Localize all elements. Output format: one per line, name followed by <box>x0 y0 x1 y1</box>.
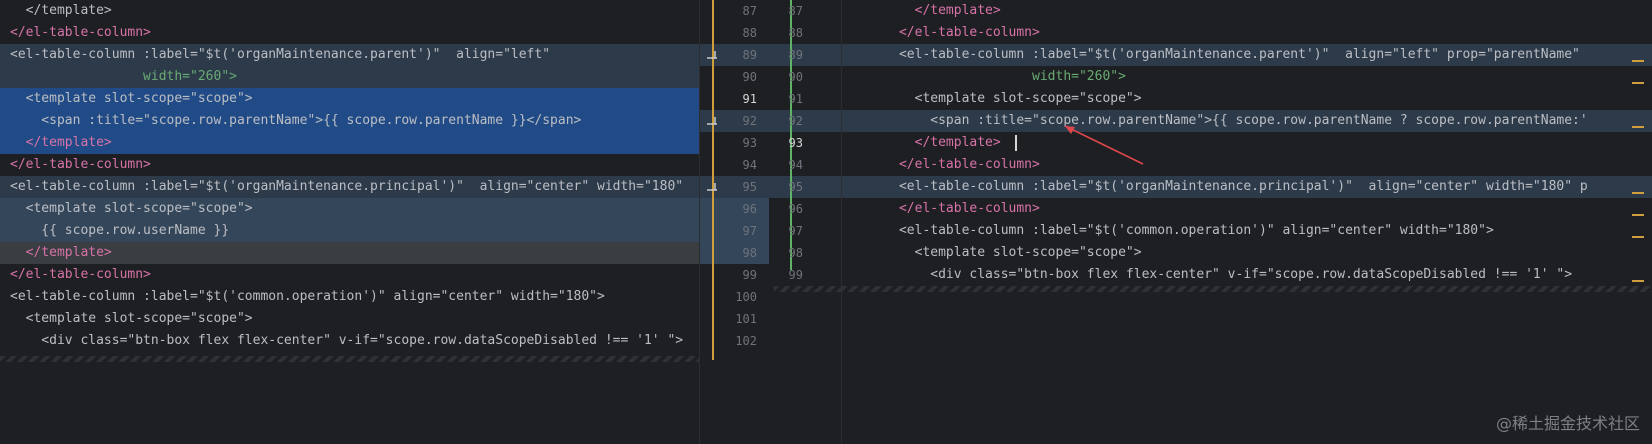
line-number: 98 <box>788 246 803 260</box>
accept-change-icon[interactable] <box>705 180 719 194</box>
line-number: 92 <box>788 114 803 128</box>
scrollbar-change-marker <box>1632 126 1644 128</box>
accept-change-icon[interactable] <box>705 114 719 128</box>
line-number: 88 <box>742 26 757 40</box>
scrollbar-change-marker <box>1632 236 1644 238</box>
line-number: 93 <box>788 136 803 150</box>
line-number: 94 <box>788 158 803 172</box>
line-number: 90 <box>742 70 757 84</box>
line-number: 96 <box>742 202 757 216</box>
line-number: 99 <box>788 268 803 282</box>
line-number: 90 <box>788 70 803 84</box>
code-line[interactable]: <el-table-column :label="$t('organMainte… <box>0 44 699 66</box>
annotation-arrow <box>1064 125 1144 165</box>
scrollbar-change-marker <box>1632 82 1644 84</box>
code-line[interactable]: <el-table-column :label="$t('organMainte… <box>0 176 699 198</box>
left-diff-pane[interactable]: </template> </el-table-column> <el-table… <box>0 0 699 444</box>
code-line[interactable]: </template> <box>0 132 699 154</box>
line-number: 99 <box>742 268 757 282</box>
code-line[interactable]: <template slot-scope="scope"> <box>0 308 699 330</box>
watermark: @稀土掘金技术社区 <box>1495 414 1640 433</box>
collapsed-region-indicator <box>0 356 699 362</box>
code-line[interactable]: </el-table-column> <box>0 264 699 286</box>
code-line[interactable]: <span :title="scope.row.parentName">{{ s… <box>0 110 699 132</box>
accept-change-icon[interactable] <box>705 48 719 62</box>
line-number: 89 <box>742 48 757 62</box>
right-diff-pane[interactable]: </template> </el-table-column> <el-table… <box>842 0 1652 444</box>
line-number: 97 <box>788 224 803 238</box>
line-number: 95 <box>742 180 757 194</box>
line-number: 102 <box>735 334 757 348</box>
line-number: 95 <box>788 180 803 194</box>
scrollbar-change-marker <box>1632 192 1644 194</box>
line-number: 97 <box>742 224 757 238</box>
code-line[interactable]: <template slot-scope="scope"> <box>0 198 699 220</box>
line-number: 89 <box>788 48 803 62</box>
line-number: 93 <box>742 136 757 150</box>
scrollbar-change-marker <box>1632 214 1644 216</box>
code-line[interactable]: {{ scope.row.userName }} <box>0 220 699 242</box>
code-line[interactable]: </el-table-column> <box>0 22 699 44</box>
code-line[interactable]: </template> <box>0 0 699 22</box>
line-number: 87 <box>788 4 803 18</box>
scrollbar-change-marker <box>1632 280 1644 282</box>
line-number: 88 <box>788 26 803 40</box>
collapsed-region-indicator <box>774 286 842 292</box>
line-number: 91 <box>742 92 757 106</box>
line-number: 92 <box>742 114 757 128</box>
scrollbar-change-marker <box>1632 60 1644 62</box>
code-line[interactable]: </template> <box>0 242 699 264</box>
gutter-separator <box>699 0 700 444</box>
code-line[interactable]: width="260"> <box>0 66 699 88</box>
code-line[interactable]: <el-table-column :label="$t('common.oper… <box>0 286 699 308</box>
diff-gutter: 87 88 89 90 91 92 93 94 95 96 97 98 99 1… <box>699 0 842 444</box>
line-number: 100 <box>735 290 757 304</box>
line-number: 94 <box>742 158 757 172</box>
code-line[interactable]: <template slot-scope="scope"> <box>0 88 699 110</box>
line-number: 91 <box>788 92 803 106</box>
line-number: 87 <box>742 4 757 18</box>
code-line[interactable]: <div class="btn-box flex flex-center" v-… <box>0 330 699 352</box>
line-number: 98 <box>742 246 757 260</box>
line-number: 101 <box>735 312 757 326</box>
code-line[interactable]: </el-table-column> <box>0 154 699 176</box>
line-number: 96 <box>788 202 803 216</box>
